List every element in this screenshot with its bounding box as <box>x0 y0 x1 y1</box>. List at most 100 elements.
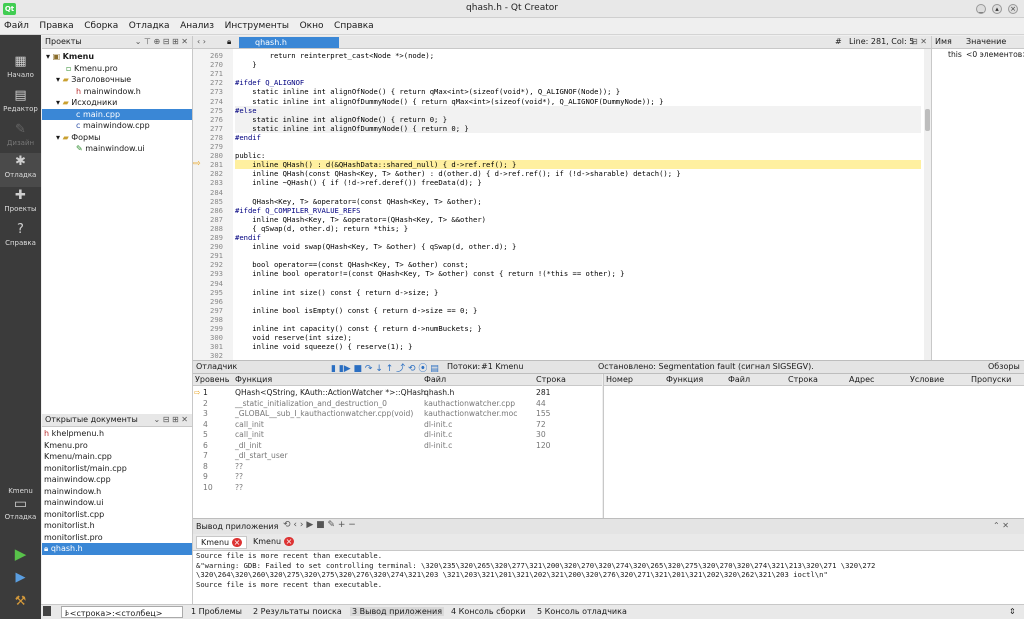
split-icon[interactable]: ⊟ ✕ <box>911 37 927 46</box>
doc-item[interactable]: monitorlist.cpp <box>42 509 192 521</box>
mode-help[interactable]: ? Справка <box>0 221 41 255</box>
doc-item[interactable]: Kmenu.pro <box>42 440 192 452</box>
code-area[interactable]: return reinterpret_cast<Node *>(node); }… <box>235 49 923 360</box>
minimize-icon[interactable]: _ <box>976 4 986 14</box>
pane-issues[interactable]: 1 Проблемы <box>191 607 242 616</box>
col-name[interactable]: Имя <box>935 36 952 48</box>
tree-folder-sources[interactable]: ▾ ▰ Исходники <box>42 97 192 109</box>
tree-item-mainwindow-h[interactable]: h mainwindow.h <box>42 86 192 98</box>
pane-search-results[interactable]: 2 Результаты поиска <box>253 607 342 616</box>
stack-row[interactable]: 1 QHash<QString, KAuth::ActionWatcher *>:… <box>193 388 602 399</box>
line-number: 283 <box>210 178 223 188</box>
editor-scrollbar[interactable] <box>924 49 931 360</box>
mode-edit[interactable]: ▤ Редактор <box>0 87 41 121</box>
doc-item[interactable]: monitorlist.pro <box>42 532 192 544</box>
locals-row[interactable]: this <0 элементов> <box>932 50 1024 61</box>
close-tab-icon[interactable]: × <box>283 537 295 546</box>
doc-item-selected[interactable]: 🔒︎ qhash.h <box>42 543 192 555</box>
panel-tools-icon[interactable]: ⌄ ⊟ ⊞ ✕ <box>154 414 192 426</box>
maximize-pane-icon[interactable]: ⌃ ✕ <box>993 521 1009 530</box>
menu-tools[interactable]: Инструменты <box>221 18 293 31</box>
thread-select[interactable]: #1 Kmenu <box>481 362 523 371</box>
tree-item-main-cpp[interactable]: c main.cpp <box>42 108 192 120</box>
symbol-hash[interactable]: # <box>835 37 842 46</box>
doc-item[interactable]: monitorlist/main.cpp <box>42 463 192 475</box>
code-line: static inline int alignOfDummyNode() { r… <box>235 123 921 133</box>
code-line: #endif <box>235 233 261 242</box>
menu-help[interactable]: Справка <box>330 18 378 31</box>
line-number: 289 <box>210 233 223 242</box>
output-tab-2[interactable]: Kmenu × <box>249 536 298 547</box>
doc-item[interactable]: monitorlist.h <box>42 520 192 532</box>
code-line: void reserve(int size); <box>235 333 352 343</box>
menu-debug[interactable]: Отладка <box>125 18 174 31</box>
stack-row[interactable]: 7 _dl_start_user <box>193 451 602 462</box>
stack-cell-func: _dl_start_user <box>235 451 288 460</box>
tree-folder-forms[interactable]: ▾ ▰ Формы <box>42 132 192 144</box>
menu-edit[interactable]: Правка <box>35 18 77 31</box>
stack-row[interactable]: 10?? <box>193 483 602 494</box>
menu-build[interactable]: Сборка <box>80 18 122 31</box>
run-icon: ▶ <box>14 545 27 563</box>
stack-row[interactable]: 4 call_init dl-init.c 72 <box>193 420 602 431</box>
doc-item[interactable]: mainwindow.h <box>42 486 192 498</box>
mode-welcome[interactable]: ▦ Начало <box>0 53 41 87</box>
kit-selector[interactable]: Kmenu ▭ Отладка <box>0 487 41 532</box>
tree-item-mainwindow-cpp[interactable]: c mainwindow.cpp <box>42 120 192 132</box>
pane-debugger-console[interactable]: 5 Консоль отладчика <box>537 607 627 616</box>
line-number: 290 <box>210 242 223 252</box>
mode-design[interactable]: ✎ Дизайн <box>0 121 41 155</box>
mode-projects[interactable]: ✚ Проекты <box>0 187 41 221</box>
mode-selector: ▦ Начало ▤ Редактор ✎ Дизайн ✱ Отладка ✚ Прое… <box>0 35 41 619</box>
tree-item-mainwindow-ui[interactable]: ✎ mainwindow.ui <box>42 143 192 155</box>
menu-analyze[interactable]: Анализ <box>176 18 218 31</box>
line-number: 282 <box>210 169 223 179</box>
debug-controls-icon[interactable]: ▮ ▮▶ ■ ↷ ↓ ↑ ⤴ ⟲ ⦿ ▤ <box>331 361 439 374</box>
close-icon[interactable]: × <box>1008 4 1018 14</box>
output-tab-1[interactable]: Kmenu × <box>196 536 248 549</box>
nav-back-icon[interactable]: ‹ › <box>197 37 206 46</box>
panel-tools-icon[interactable]: ⌄ ⊤ ⊕ ⊟ ⊞ ✕ <box>135 36 192 48</box>
code-line: inline bool operator!=(const QHash<Key, … <box>235 269 625 279</box>
doc-item[interactable]: h khelpmenu.h <box>42 428 192 440</box>
doc-item[interactable]: mainwindow.cpp <box>42 474 192 486</box>
stack-row[interactable]: 5 call_init dl-init.c 30 <box>193 430 602 441</box>
run-button[interactable]: ▶ <box>0 545 41 565</box>
views-menu[interactable]: Обзоры <box>988 362 1020 371</box>
more-panes-icon[interactable]: ⇕ <box>1009 607 1016 616</box>
tree-project-kmenu[interactable]: ▾ ▣ Kmenu <box>42 51 192 63</box>
cpp-file-icon: c <box>76 109 81 119</box>
sidebar-toggle-icon[interactable] <box>43 606 51 616</box>
close-tab-icon[interactable]: × <box>231 538 243 547</box>
debug-run-button[interactable]: ▶ <box>0 569 41 589</box>
line-number: 302 <box>210 351 223 361</box>
maximize-icon[interactable]: ▴ <box>992 4 1002 14</box>
build-button[interactable]: ⚒ <box>0 593 41 613</box>
stack-row[interactable]: 9?? <box>193 472 602 483</box>
cursor-position[interactable]: Line: 281, Col: 5 <box>849 37 914 46</box>
output-tools-icon[interactable]: ⟲ ‹ › ▶ ■ ✎ + − <box>283 520 356 530</box>
doc-item[interactable]: Kmenu/main.cpp <box>42 451 192 463</box>
stack-row[interactable]: 3 _GLOBAL__sub_I_kauthactionwatcher.cpp(v… <box>193 409 602 420</box>
mode-debug[interactable]: ✱ Отладка <box>0 153 41 187</box>
stack-cell-func: ?? <box>235 482 244 492</box>
tree-folder-headers[interactable]: ▾ ▰ Заголовочные <box>42 74 192 86</box>
file-selector[interactable]: qhash.h <box>239 37 339 48</box>
pane-app-output[interactable]: 3 Вывод приложения <box>350 607 445 616</box>
doc-item[interactable]: mainwindow.ui <box>42 497 192 509</box>
stack-row[interactable]: 8?? <box>193 462 602 473</box>
editor-toolbar: ‹ › 🔒︎ qhash.h # Line: 281, Col: 5 ⊟ ✕ <box>193 36 931 49</box>
stack-row[interactable]: 6 _dl_init dl-init.c 120 <box>193 441 602 452</box>
tree-item-pro[interactable]: ▫ Kmenu.pro <box>42 63 192 75</box>
menu-window[interactable]: Окно <box>296 18 328 31</box>
col-value[interactable]: Значение <box>966 36 1006 48</box>
stack-cell-line: 281 <box>536 388 551 397</box>
application-output[interactable]: Source file is more recent than executab… <box>193 551 1024 604</box>
pane-compile-output[interactable]: 4 Консоль сборки <box>451 607 525 616</box>
menu-file[interactable]: Файл <box>0 18 33 31</box>
line-number: 296 <box>210 296 223 306</box>
stack-row[interactable]: 2 __static_initialization_and_destruction… <box>193 399 602 410</box>
locator-input[interactable]: ⌕ l <строка>:<столбец> <box>61 606 183 618</box>
